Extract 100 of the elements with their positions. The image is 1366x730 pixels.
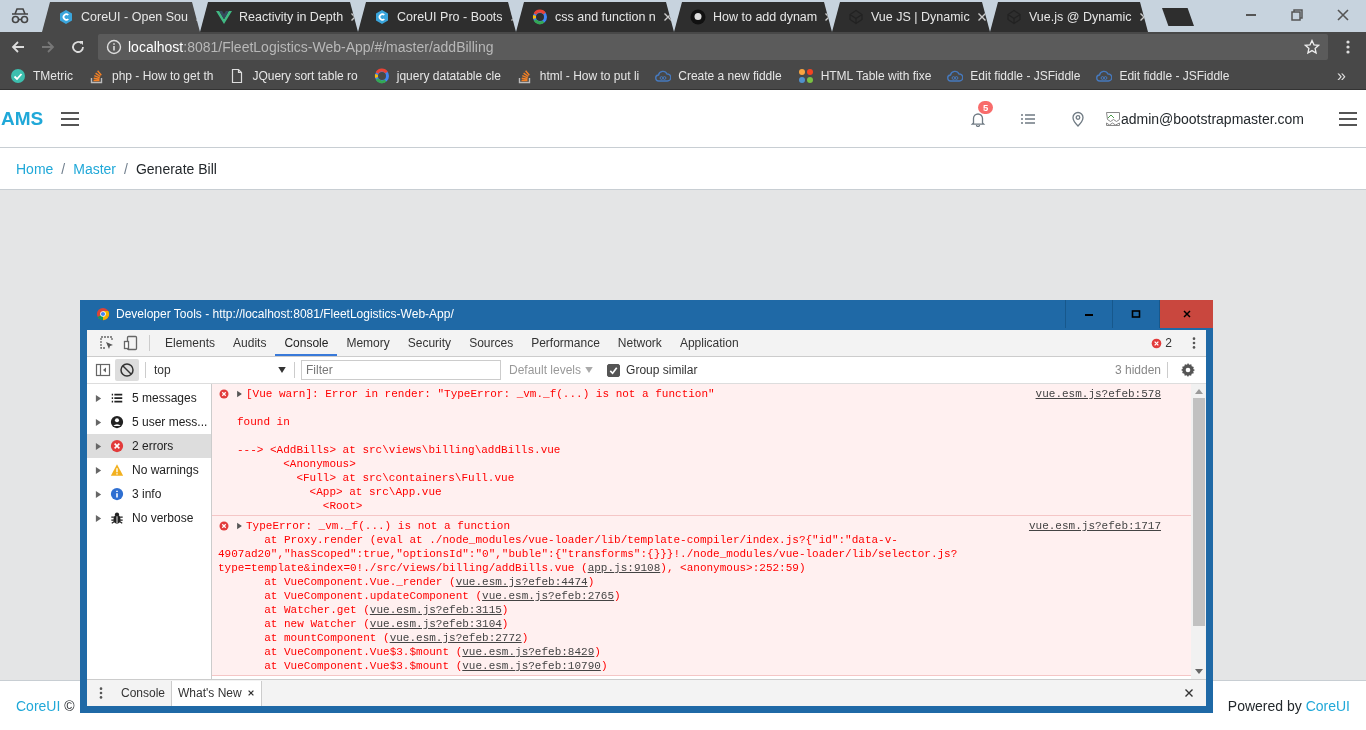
settings-icon[interactable] [1180,362,1196,378]
message-line: type=template&index=0!./src/views/billing/addBills.vue (app.js:9108), <anonymous>:252:59) [218,561,807,575]
checkbox-label: Group similar [626,363,698,377]
source-link[interactable]: vue.esm.js?efeb:3115 [369,604,502,616]
message-text: TypeError: _vm._f(...) is not a function [246,519,512,533]
user-avatar[interactable]: admin@bootstrapmaster.com [1104,110,1304,127]
drawer-tab[interactable]: What's New [171,680,262,706]
source-link[interactable]: vue.esm.js?efeb:10790 [462,660,601,672]
more-options-icon[interactable] [1192,336,1196,350]
bookmark-item[interactable]: Create a new fiddle [655,67,782,84]
breadcrumb-separator: / [61,160,66,177]
caret-icon [585,367,594,373]
sidebar-item[interactable]: 3 info [87,482,211,506]
sidebar-item[interactable]: 5 user mess... [87,410,211,434]
devtools-tab[interactable]: Security [398,330,461,356]
browser-tab[interactable]: Reactivity in Depth [200,2,358,32]
browser-tab[interactable]: css and function n [516,2,674,32]
inspect-icon[interactable] [99,335,115,351]
source-link[interactable]: vue.esm.js?efeb:8429 [462,646,595,658]
error-counter[interactable]: 2 [1151,336,1172,350]
block-icon [119,362,135,378]
menu-icon[interactable] [1338,110,1358,127]
source-link[interactable]: vue.esm.js?efeb:578 [1035,387,1161,401]
star-icon[interactable] [1304,39,1320,55]
expand-triangle-icon [95,465,102,475]
expand-triangle-icon [95,417,102,427]
bookmark-item[interactable]: HTML Table with fixe [797,67,932,84]
bell-icon[interactable] [969,110,986,127]
source-link[interactable]: vue.esm.js?efeb:1717 [1028,519,1161,533]
ring-icon [373,67,390,84]
message-line: at VueComponent.Vue._render (vue.esm.js?efeb:4474) [263,575,596,589]
message-line: at new Watcher (vue.esm.js?efeb:3104) [263,617,510,631]
devtools-tab[interactable]: Console [275,330,338,356]
more-options-icon[interactable] [99,686,103,700]
message-line: at Proxy.render (eval at ./node_modules/vue-loader/lib/template-compiler/index.js?{"id":"data-v- [263,533,899,547]
bookmark-item[interactable]: TMetric [10,67,73,84]
browser-tab[interactable]: How to add dynam [674,2,832,32]
copyright-text: © [64,697,75,714]
circle-icon [690,9,706,25]
expand-triangle-icon[interactable] [236,522,243,530]
devtools-tab[interactable]: Audits [224,330,276,356]
message-line: at mountComponent (vue.esm.js?efeb:2772) [263,631,530,645]
devtools-tab[interactable]: Sources [460,330,523,356]
sidebar-item[interactable]: No verbose [87,506,211,530]
source-link[interactable]: vue.esm.js?efeb:4474 [455,576,588,588]
sidebar-item[interactable]: 2 errors [87,434,211,458]
bookmark-item[interactable]: php - How to get th [89,67,214,84]
list-icon [110,391,124,405]
devtools-tab[interactable]: Performance [522,330,609,356]
bookmark-item[interactable]: jquery datatable cle [373,67,501,84]
address-bar[interactable]: localhost:8081/FleetLogistics-Web-App/#/master/addBilling [98,34,1328,60]
sidebar-item[interactable]: No warnings [87,458,211,482]
browser-tab[interactable]: Vue JS | Dynamic [832,2,990,32]
error-icon [218,520,230,532]
expand-triangle-icon [95,441,102,451]
message-line: at VueComponent.Vue$3.$mount (vue.esm.js?efeb:8429) [263,645,602,659]
info-icon [110,487,124,501]
context-select[interactable]: top [152,363,288,377]
new-tab-button[interactable] [1162,8,1194,26]
clear-console-button[interactable] [115,359,139,381]
scrollbar[interactable] [1191,384,1206,679]
bookmark-item[interactable]: Edit fiddle - JSFiddle [1096,67,1230,84]
error-icon [218,388,230,400]
bookmark-item[interactable]: html - How to put li [516,67,640,84]
filter-field[interactable]: Filter [301,360,501,380]
chrome-logo-icon [96,307,110,321]
hexagon-icon [58,9,74,25]
bookmarks-overflow[interactable]: » [1317,66,1366,85]
menu-icon[interactable] [60,110,81,127]
checkbox[interactable] [607,363,621,377]
devtools-tab[interactable]: Memory [337,330,399,356]
bookmark-item[interactable]: Edit fiddle - JSFiddle [947,67,1081,84]
sidebar-toggle-icon[interactable] [95,362,111,378]
devtools-tab[interactable]: Network [608,330,671,356]
message-line: found in [237,415,291,429]
devtools-tab[interactable]: Application [670,330,748,356]
source-link[interactable]: vue.esm.js?efeb:3104 [369,618,502,630]
message-line: at VueComponent.updateComponent (vue.esm.js?efeb:2765) [263,589,622,603]
message-line: 4907ad20","hasScoped":true,"optionsId":"0","buble":{"transforms":{}}}!./node_modules/vue-loader/lib/selector.js? [218,547,959,561]
source-link[interactable]: vue.esm.js?efeb:2772 [389,632,522,644]
sidebar-item[interactable]: 5 messages [87,386,211,410]
error-icon [110,439,124,453]
expand-triangle-icon [95,489,102,499]
maximize-icon [1131,309,1141,319]
device-icon[interactable] [123,335,139,351]
expand-triangle-icon[interactable] [236,390,243,398]
devtools-tab[interactable]: Elements [156,330,225,356]
message-line: at Watcher.get (vue.esm.js?efeb:3115) [263,603,510,617]
hexagon-icon [374,9,390,25]
ring-icon [532,9,548,25]
browser-tab[interactable]: CoreUI - Open Sou [42,2,200,32]
location-pin-icon[interactable] [1069,110,1086,127]
browser-tab[interactable]: Vue.js @ Dynamic [990,2,1148,32]
scroll-down-icon[interactable] [1194,669,1203,675]
source-link[interactable]: vue.esm.js?efeb:2765 [482,590,615,602]
source-link[interactable]: app.js:9108 [587,562,661,574]
message-text: [Vue warn]: Error in render: "TypeError: _vm._f(...) is not a function" [246,387,716,401]
powered-by-text: Powered by [1227,697,1302,714]
drawer-tab[interactable]: Console [115,680,172,706]
bookmark-item[interactable]: JQuery sort table ro [229,67,358,84]
